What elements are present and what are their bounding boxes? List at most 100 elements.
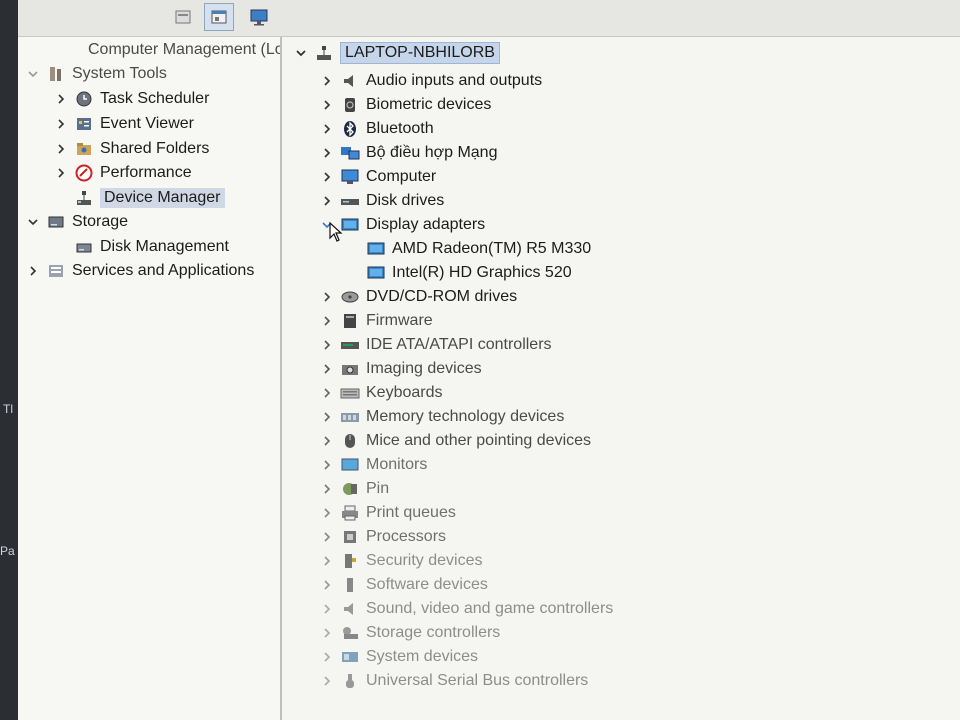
display-adapter-icon <box>366 263 386 283</box>
chevron-right-icon[interactable] <box>320 554 334 568</box>
device-category[interactable]: IDE ATA/ATAPI controllers <box>320 333 552 357</box>
device-category[interactable]: Bộ điều hợp Mạng <box>320 141 497 165</box>
chevron-right-icon[interactable] <box>54 92 68 106</box>
device-category[interactable]: Disk drives <box>320 189 444 213</box>
chevron-right-icon[interactable] <box>320 170 334 184</box>
device-item[interactable]: AMD Radeon(TM) R5 M330 <box>366 237 591 261</box>
device-category[interactable]: Print queues <box>320 501 456 525</box>
tree-item-label: Task Scheduler <box>100 90 210 107</box>
chevron-right-icon[interactable] <box>320 338 334 352</box>
device-category[interactable]: Sound, video and game controllers <box>320 597 613 621</box>
tree-item-task-scheduler[interactable]: Task Scheduler <box>54 87 209 111</box>
device-category[interactable]: Keyboards <box>320 381 443 405</box>
toolbar-button[interactable] <box>244 3 274 31</box>
device-category[interactable]: Imaging devices <box>320 357 482 381</box>
tree-item-event-viewer[interactable]: Event Viewer <box>54 112 194 136</box>
device-category[interactable]: Storage controllers <box>320 621 500 645</box>
chevron-right-icon[interactable] <box>320 434 334 448</box>
device-category-label: Computer <box>366 168 437 185</box>
tree-item-storage[interactable]: Storage <box>26 210 128 234</box>
chevron-right-icon[interactable] <box>320 626 334 640</box>
device-category[interactable]: Monitors <box>320 453 427 477</box>
chevron-right-icon[interactable] <box>320 122 334 136</box>
device-category-label: IDE ATA/ATAPI controllers <box>366 336 552 353</box>
device-category[interactable]: Mice and other pointing devices <box>320 429 591 453</box>
ide-controller-icon <box>340 335 360 355</box>
chevron-right-icon[interactable] <box>320 602 334 616</box>
device-category[interactable]: Audio inputs and outputs <box>320 69 542 93</box>
device-item[interactable]: Intel(R) HD Graphics 520 <box>366 261 572 285</box>
network-adapter-icon <box>340 143 360 163</box>
tree-item-label: Shared Folders <box>100 140 210 157</box>
device-category-label: Software devices <box>366 576 488 593</box>
toolbar <box>18 0 960 37</box>
device-category-label: Print queues <box>366 504 456 521</box>
chevron-down-icon[interactable] <box>294 46 308 60</box>
chevron-right-icon[interactable] <box>26 264 40 278</box>
computer-management-window: Computer Management (Local System Tools … <box>18 0 960 720</box>
chevron-right-icon[interactable] <box>320 650 334 664</box>
navigation-tree: Computer Management (Local System Tools … <box>18 37 282 720</box>
device-tree-root[interactable]: LAPTOP-NBHILORB <box>294 41 500 65</box>
chevron-down-icon[interactable] <box>26 215 40 229</box>
device-category[interactable]: DVD/CD-ROM drives <box>320 285 517 309</box>
view-icon <box>211 10 227 24</box>
device-category[interactable]: Universal Serial Bus controllers <box>320 669 588 693</box>
dvd-drive-icon <box>340 287 360 307</box>
device-category[interactable]: Pin <box>320 477 389 501</box>
chevron-right-icon[interactable] <box>54 117 68 131</box>
device-category[interactable]: Firmware <box>320 309 433 333</box>
device-category[interactable]: Memory technology devices <box>320 405 564 429</box>
chevron-right-icon[interactable] <box>320 386 334 400</box>
device-category-label: Bluetooth <box>366 120 434 137</box>
device-category[interactable]: Software devices <box>320 573 488 597</box>
device-category-label: Sound, video and game controllers <box>366 600 614 617</box>
chevron-right-icon[interactable] <box>320 674 334 688</box>
device-category-display-adapters[interactable]: Display adapters <box>320 213 485 237</box>
chevron-right-icon[interactable] <box>320 482 334 496</box>
chevron-right-icon[interactable] <box>54 166 68 180</box>
software-device-icon <box>340 575 360 595</box>
tree-item-performance[interactable]: Performance <box>54 161 192 185</box>
device-category[interactable]: Bluetooth <box>320 117 434 141</box>
tree-item-disk-management[interactable]: Disk Management <box>74 235 229 259</box>
chevron-right-icon[interactable] <box>320 146 334 160</box>
chevron-right-icon[interactable] <box>320 290 334 304</box>
tree-item-system-tools[interactable]: System Tools <box>26 62 167 86</box>
toolbar-button[interactable] <box>204 3 234 31</box>
chevron-right-icon[interactable] <box>320 98 334 112</box>
toolbar-button[interactable] <box>168 3 198 31</box>
device-category[interactable]: Biometric devices <box>320 93 491 117</box>
chevron-right-icon[interactable] <box>320 410 334 424</box>
computer-name-label: LAPTOP-NBHILORB <box>340 42 500 64</box>
device-category-label: Audio inputs and outputs <box>366 72 543 89</box>
shared-folder-icon <box>74 139 94 159</box>
tree-item-services-applications[interactable]: Services and Applications <box>26 259 254 283</box>
chevron-right-icon[interactable] <box>320 530 334 544</box>
chevron-down-icon[interactable] <box>26 67 40 81</box>
tree-root-item[interactable]: Computer Management (Local <box>88 38 280 62</box>
chevron-right-icon[interactable] <box>320 74 334 88</box>
tree-item-label: Services and Applications <box>72 262 255 279</box>
chevron-right-icon[interactable] <box>320 314 334 328</box>
device-category[interactable]: Processors <box>320 525 446 549</box>
tree-item-shared-folders[interactable]: Shared Folders <box>54 137 209 161</box>
chevron-right-icon[interactable] <box>320 506 334 520</box>
device-item-label: AMD Radeon(TM) R5 M330 <box>392 240 592 257</box>
chevron-right-icon[interactable] <box>320 362 334 376</box>
device-category[interactable]: System devices <box>320 645 478 669</box>
device-category[interactable]: Security devices <box>320 549 483 573</box>
chevron-right-icon[interactable] <box>320 458 334 472</box>
usb-icon <box>340 671 360 691</box>
chevron-right-icon[interactable] <box>54 142 68 156</box>
printer-icon <box>340 503 360 523</box>
chevron-right-icon[interactable] <box>320 194 334 208</box>
tree-item-device-manager[interactable]: Device Manager <box>74 186 225 210</box>
storage-icon <box>46 212 66 232</box>
properties-icon <box>175 10 191 24</box>
device-item-label: Intel(R) HD Graphics 520 <box>392 264 572 281</box>
device-category-label: DVD/CD-ROM drives <box>366 288 518 305</box>
chevron-right-icon[interactable] <box>320 578 334 592</box>
device-category[interactable]: Computer <box>320 165 436 189</box>
device-category-label: Monitors <box>366 456 428 473</box>
